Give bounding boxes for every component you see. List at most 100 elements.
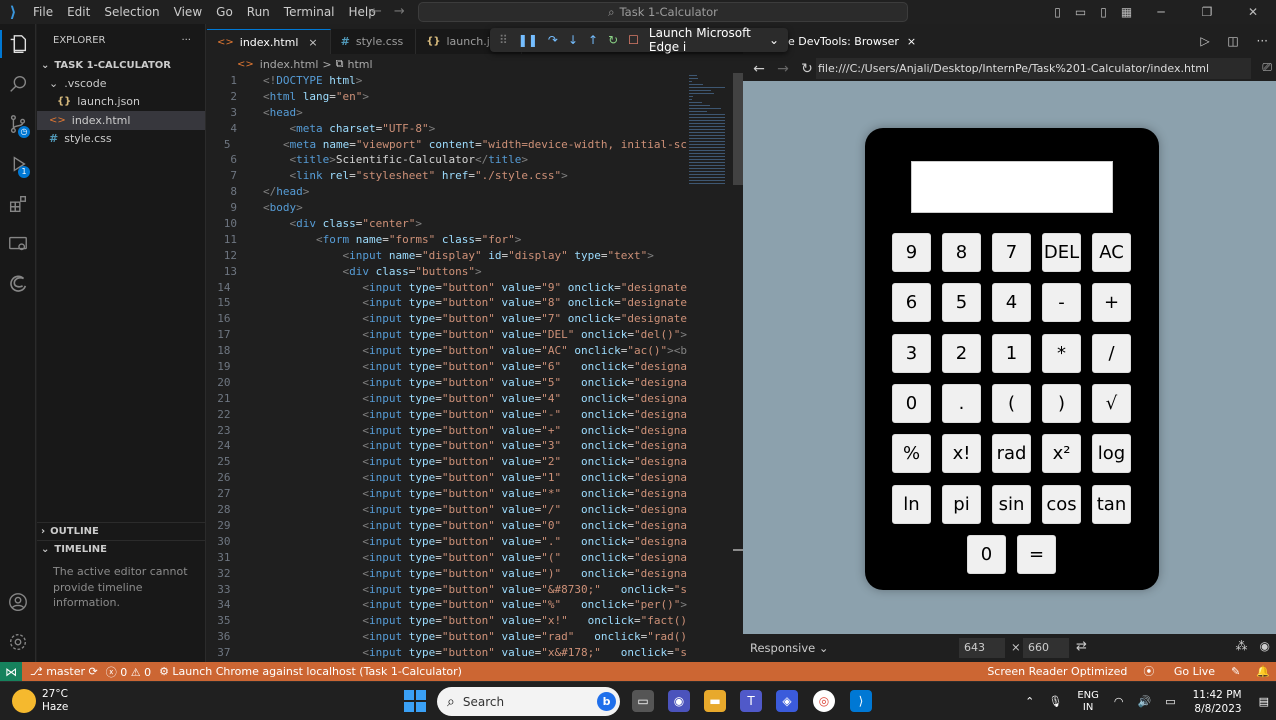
menu-file[interactable]: File: [26, 0, 60, 24]
minimize-button[interactable]: ─: [1138, 5, 1184, 19]
go-live-button[interactable]: ⦿ Go Live: [1143, 662, 1215, 681]
tab-style-css[interactable]: # style.css: [331, 29, 417, 54]
run-icon[interactable]: ▷: [1200, 34, 1209, 48]
problems-status[interactable]: ⓧ 0 ⚠ 0: [106, 664, 151, 680]
stop-icon[interactable]: ☐: [628, 33, 639, 47]
calc-button[interactable]: /: [1092, 333, 1131, 373]
chrome-icon[interactable]: ◎: [813, 690, 835, 712]
teams-chat-icon[interactable]: ◉: [668, 690, 690, 712]
calc-button[interactable]: x!: [942, 434, 981, 474]
minimap[interactable]: [687, 73, 733, 662]
more-actions-icon[interactable]: ···: [1257, 34, 1268, 48]
responsive-select[interactable]: Responsive ⌄: [750, 641, 829, 655]
menu-go[interactable]: Go: [209, 0, 240, 24]
remote-icon[interactable]: ⋈: [0, 662, 22, 681]
emulation-icon[interactable]: ⁂: [1236, 639, 1248, 653]
outline-section[interactable]: › OUTLINE: [37, 522, 205, 540]
calc-button[interactable]: 9: [892, 233, 931, 272]
calc-button[interactable]: 2: [942, 333, 981, 373]
tree-item-launch-json[interactable]: {} launch.json: [37, 93, 205, 112]
calc-button[interactable]: x²: [1042, 434, 1081, 474]
breadcrumb-file[interactable]: index.html: [260, 58, 319, 71]
menu-edit[interactable]: Edit: [60, 0, 97, 24]
breadcrumb-node[interactable]: html: [348, 58, 373, 71]
command-center[interactable]: ⌕ Task 1-Calculator: [418, 2, 908, 22]
calc-button[interactable]: log: [1092, 434, 1131, 474]
code-editor[interactable]: 1 <!DOCTYPE html> 2 <html lang="en"> 3 <head>…: [207, 73, 687, 662]
calc-button[interactable]: 3: [892, 333, 931, 373]
menu-selection[interactable]: Selection: [97, 0, 166, 24]
calc-button[interactable]: 8: [942, 233, 981, 272]
calc-button[interactable]: 1: [992, 333, 1031, 373]
calc-button[interactable]: -: [1042, 283, 1081, 323]
editor-scrollbar[interactable]: [733, 73, 743, 662]
file-explorer-icon[interactable]: ▬: [704, 690, 726, 712]
calc-button[interactable]: +: [1092, 283, 1131, 323]
battery-icon[interactable]: ▭: [1165, 695, 1175, 708]
settings-gear-icon[interactable]: [0, 622, 36, 662]
browser-forward-icon[interactable]: →: [775, 61, 791, 77]
volume-icon[interactable]: 🔊: [1137, 695, 1151, 708]
calc-button[interactable]: rad: [992, 434, 1031, 474]
microphone-icon[interactable]: 🎙: [1048, 695, 1062, 708]
scrollbar-thumb[interactable]: [733, 73, 743, 185]
restore-button[interactable]: ❐: [1184, 5, 1230, 19]
close-icon[interactable]: ×: [308, 36, 317, 49]
calc-button[interactable]: 4: [992, 283, 1031, 323]
launch-status[interactable]: ⚙ Launch Chrome against localhost (Task …: [159, 665, 462, 678]
debug-config-select[interactable]: Launch Microsoft Edge i: [649, 26, 759, 54]
chevron-up-icon[interactable]: ⌃: [1025, 695, 1034, 708]
calc-button[interactable]: =: [1017, 534, 1056, 574]
close-icon[interactable]: ×: [907, 35, 916, 48]
restart-icon[interactable]: ↻: [608, 33, 618, 47]
tree-item-index-html[interactable]: <> index.html: [37, 111, 205, 130]
language-indicator[interactable]: ENG IN: [1077, 690, 1099, 714]
teams-icon[interactable]: T: [740, 690, 762, 712]
taskbar-search[interactable]: ⌕ Search b: [437, 687, 620, 716]
screencast-icon[interactable]: ⎚: [1262, 60, 1272, 75]
calc-button[interactable]: sin: [992, 484, 1031, 524]
menu-view[interactable]: View: [167, 0, 209, 24]
calc-button[interactable]: √: [1092, 383, 1131, 423]
step-into-icon[interactable]: ↓: [568, 33, 578, 47]
remote-explorer-icon[interactable]: [0, 224, 36, 264]
split-editor-icon[interactable]: ◫: [1227, 34, 1238, 48]
browser-back-icon[interactable]: ←: [751, 61, 767, 77]
back-arrow-icon[interactable]: ←: [371, 4, 382, 19]
calculator-display[interactable]: [911, 161, 1113, 213]
height-input[interactable]: 660: [1023, 638, 1069, 658]
vision-icon[interactable]: ◉: [1260, 639, 1270, 653]
weather-widget[interactable]: 27°C Haze: [12, 688, 68, 714]
screen-reader-status[interactable]: Screen Reader Optimized: [987, 662, 1127, 681]
forward-arrow-icon[interactable]: →: [394, 4, 405, 19]
clock[interactable]: 11:42 PM 8/8/2023: [1193, 688, 1242, 716]
source-control-icon[interactable]: ◷: [0, 104, 36, 144]
calc-button[interactable]: (: [992, 383, 1031, 423]
accounts-icon[interactable]: [0, 582, 36, 622]
calc-button[interactable]: ): [1042, 383, 1081, 423]
tree-item-vscode[interactable]: ⌄ .vscode: [37, 74, 205, 93]
tab-index-html[interactable]: <> index.html ×: [207, 29, 331, 54]
search-activity-icon[interactable]: [0, 64, 36, 104]
calc-button[interactable]: DEL: [1042, 233, 1081, 272]
run-debug-icon[interactable]: 1: [0, 144, 36, 184]
calc-button[interactable]: pi: [942, 484, 981, 524]
explorer-icon[interactable]: [0, 24, 36, 64]
customize-layout-icon[interactable]: ▦: [1115, 5, 1138, 19]
calc-button[interactable]: 5: [942, 283, 981, 323]
calc-button[interactable]: %: [892, 434, 931, 474]
folder-header[interactable]: ⌄ TASK 1-CALCULATOR: [37, 56, 205, 74]
reload-icon[interactable]: ↻: [799, 61, 815, 77]
calc-button[interactable]: .: [942, 383, 981, 423]
url-input[interactable]: file:///C:/Users/Anjali/Desktop/InternPe…: [816, 58, 1251, 79]
calc-button[interactable]: *: [1042, 333, 1081, 373]
step-out-icon[interactable]: ↑: [588, 33, 598, 47]
step-over-icon[interactable]: ↷: [548, 33, 558, 47]
wifi-icon[interactable]: ◠: [1114, 695, 1124, 708]
feedback-icon[interactable]: ✎: [1231, 662, 1240, 681]
calc-button[interactable]: cos: [1042, 484, 1081, 524]
pause-icon[interactable]: ❚❚: [518, 33, 538, 47]
more-actions-icon[interactable]: ···: [181, 35, 191, 46]
menu-terminal[interactable]: Terminal: [277, 0, 342, 24]
calc-button[interactable]: tan: [1092, 484, 1131, 524]
